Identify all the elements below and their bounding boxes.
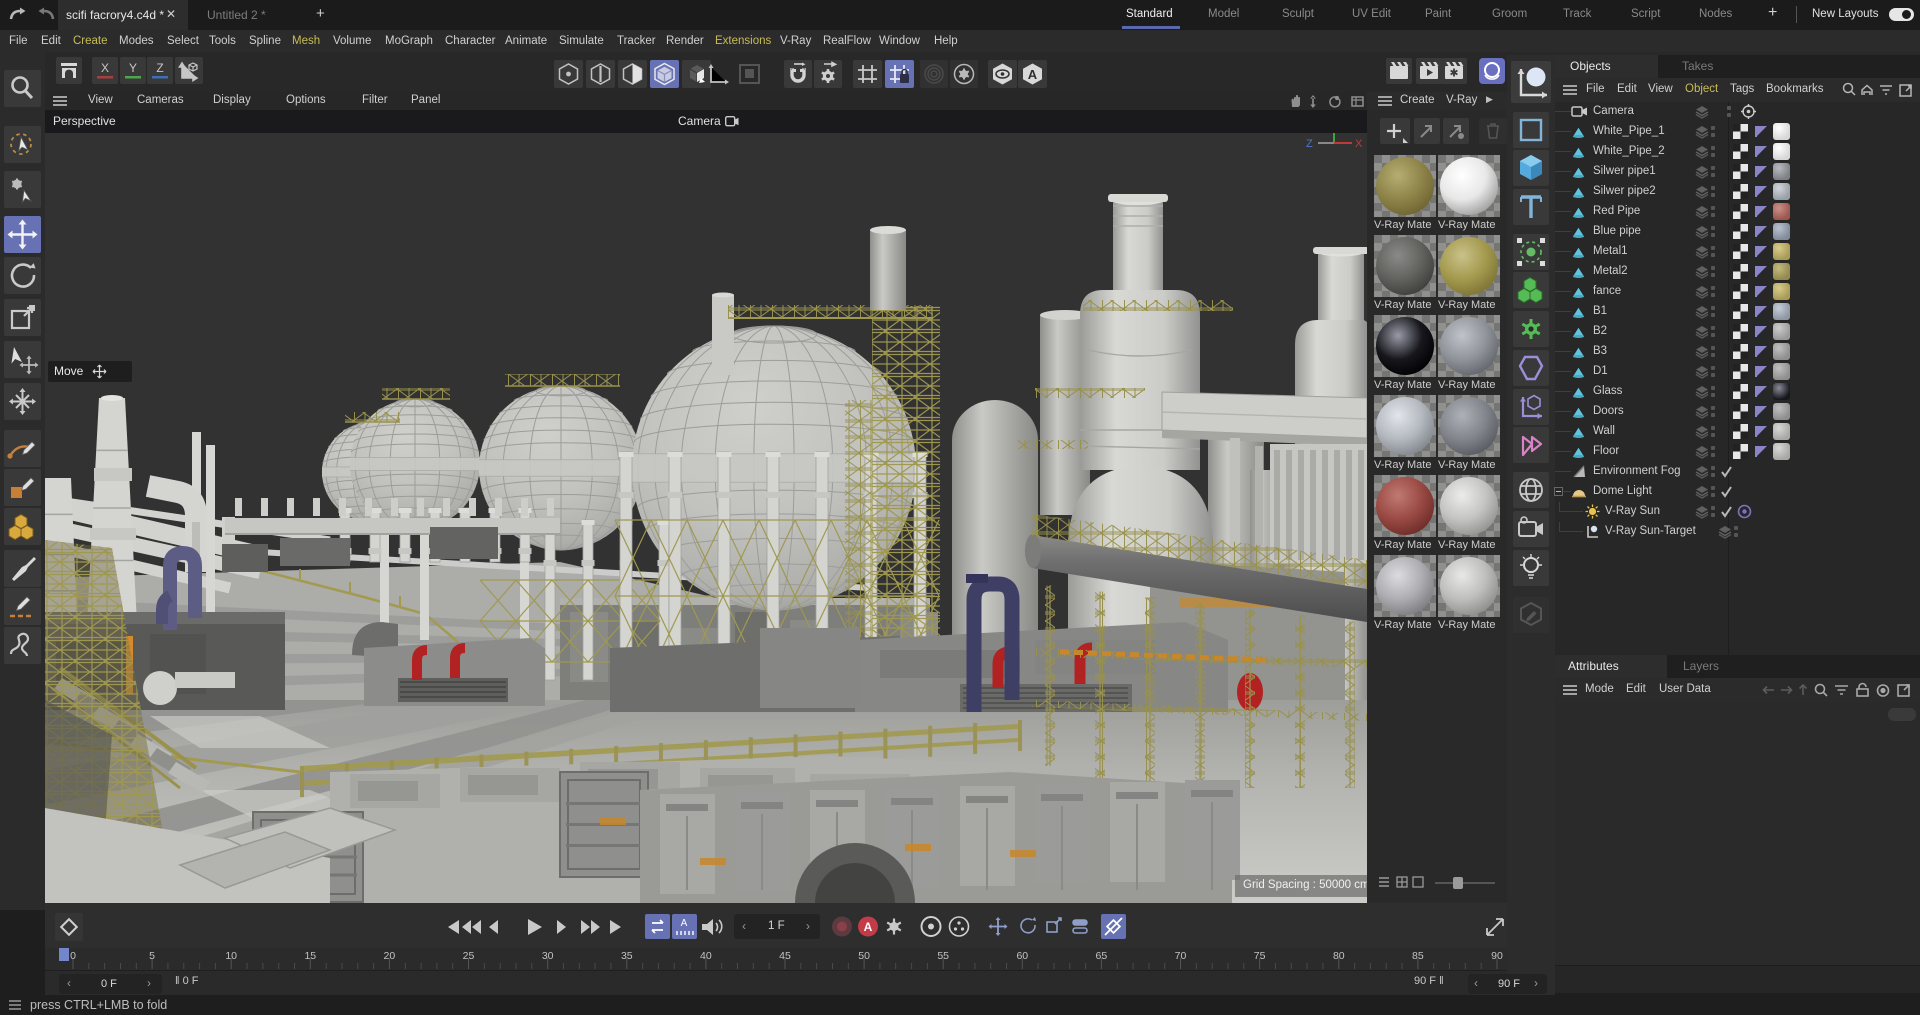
svg-text:90: 90 — [1491, 950, 1503, 962]
svg-text:5: 5 — [149, 950, 155, 962]
svg-text:20: 20 — [384, 950, 396, 962]
svg-text:30: 30 — [542, 950, 554, 962]
svg-text:Y: Y — [129, 61, 137, 75]
svg-text:25: 25 — [463, 950, 475, 962]
svg-text:60: 60 — [1016, 950, 1028, 962]
svg-text:70: 70 — [1175, 950, 1187, 962]
svg-text:45: 45 — [779, 950, 791, 962]
svg-text:Z: Z — [156, 61, 163, 75]
svg-text:Z: Z — [1306, 138, 1313, 150]
svg-text:A: A — [864, 920, 873, 934]
svg-text:55: 55 — [937, 950, 949, 962]
svg-text:0: 0 — [70, 950, 76, 962]
svg-text:35: 35 — [621, 950, 633, 962]
svg-text:10: 10 — [225, 950, 237, 962]
svg-text:A: A — [681, 918, 688, 929]
svg-text:A: A — [1028, 67, 1038, 82]
svg-text:85: 85 — [1412, 950, 1424, 962]
svg-text:X: X — [101, 61, 109, 75]
svg-text:65: 65 — [1096, 950, 1108, 962]
svg-text:80: 80 — [1333, 950, 1345, 962]
svg-text:15: 15 — [304, 950, 316, 962]
svg-text:75: 75 — [1254, 950, 1266, 962]
svg-text:40: 40 — [700, 950, 712, 962]
svg-text:X: X — [1355, 138, 1363, 150]
svg-text:50: 50 — [858, 950, 870, 962]
